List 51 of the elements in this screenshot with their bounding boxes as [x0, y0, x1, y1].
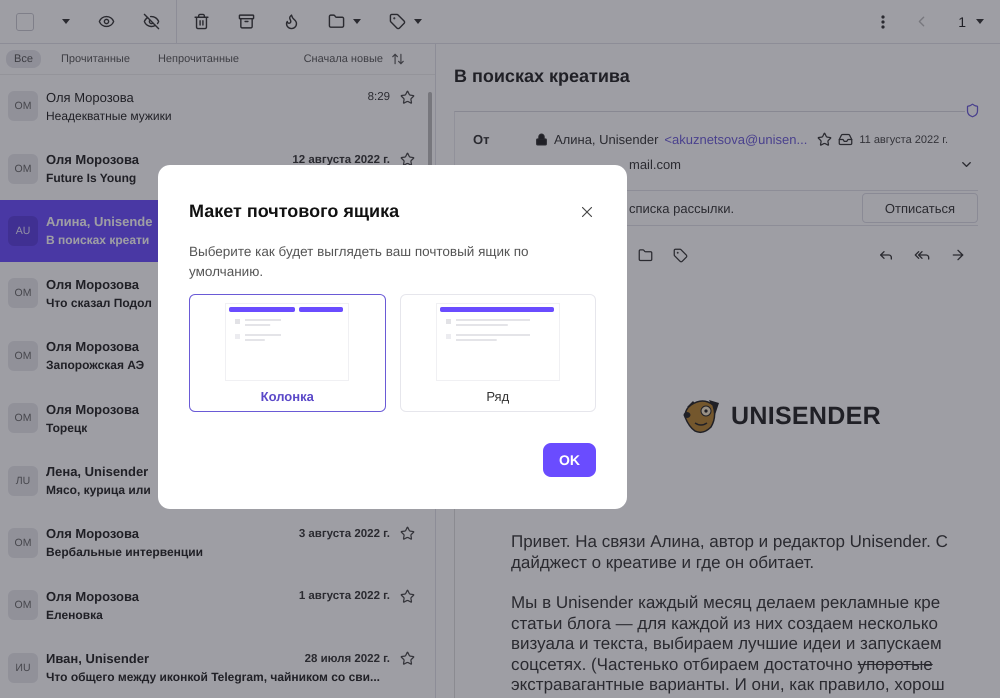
- body-text-line: Мы в Unisender каждый месяц делаем рекламные кре: [511, 593, 942, 614]
- body-text-line: дайджест о креативе и где он обитает.: [511, 552, 816, 573]
- message-date: 1 августа 2022 г.: [298, 590, 390, 602]
- sender-name: Иван, Unisender: [46, 651, 150, 666]
- message-date: 28 июля 2022 г.: [304, 652, 390, 665]
- body-text-line: Привет. На связи Алина, автор и редактор Unisender. С: [511, 532, 948, 552]
- message-date: 3 августа 2022 г.: [298, 528, 390, 540]
- sender-name: Оля Морозова: [46, 152, 140, 168]
- avatar: ОМ: [8, 340, 38, 371]
- sender-name: Алина, Unisender: [554, 132, 658, 147]
- from-label: От: [473, 132, 490, 147]
- sender-name: Оля Морозова: [46, 588, 140, 604]
- message-date: 8:29: [368, 91, 390, 104]
- avatar: ОМ: [8, 528, 38, 558]
- message-subject: Что сказал Подол: [46, 296, 153, 310]
- sender-name: Оля Морозова: [46, 526, 140, 542]
- unsubscribe-note: списка рассылки.: [629, 200, 734, 216]
- message-subject: Неадекватные мужики: [46, 108, 173, 123]
- logo-text: UNISENDER: [731, 402, 881, 430]
- avatar: ОМ: [8, 91, 38, 122]
- sender-name: Оля Морозова: [46, 90, 134, 105]
- body-text-line: визуала и текста, выбираем лучшие идеи и запускаем: [511, 634, 943, 654]
- avatar: ЛU: [8, 466, 38, 496]
- email-date: 11 августа 2022 г.: [859, 134, 948, 146]
- avatar: ИU: [8, 652, 38, 683]
- message-subject: Запорожская АЭ: [46, 358, 146, 372]
- avatar: ОМ: [8, 154, 38, 184]
- body-text-line: статьи блога — для каждой из них создаем несколько: [511, 614, 939, 634]
- sender-name: Лена, Unisender: [46, 464, 148, 480]
- recipient-address: mail.com: [629, 157, 682, 172]
- sender-name: Оля Морозова: [46, 402, 140, 417]
- body-text-line: экстравагантные варианты. И они, как правило, хорош: [511, 675, 946, 696]
- sender-name: Алина, Unisende: [46, 214, 152, 230]
- message-subject: Еленовка: [46, 608, 104, 622]
- dialog-description: Выберите как будет выглядеть ваш почтовый ящик по умолчанию.: [189, 243, 530, 281]
- message-subject: Торецк: [46, 420, 88, 435]
- message-subject: В поисках креати: [46, 233, 150, 248]
- message-subject: Future Is Young: [46, 171, 138, 186]
- sender-name: Оля Морозова: [46, 339, 140, 354]
- message-subject: Что общего между иконкой Telegram, чайником со сви...: [46, 670, 381, 684]
- message-date: 12 августа 2022 г.: [292, 154, 390, 166]
- message-subject: Вербальные интервенции: [46, 545, 204, 560]
- message-subject: Мясо, курица или: [46, 483, 152, 498]
- avatar: AU: [8, 216, 38, 246]
- body-text-line: соцсетях. (Частенько отбираем достаточно упоротые: [511, 654, 934, 675]
- email-subject: В поисках креатива: [454, 66, 631, 87]
- sender-name: Оля Морозова: [46, 276, 140, 292]
- avatar: ОМ: [8, 590, 38, 620]
- dialog-title: Макет почтового ящика: [189, 201, 400, 222]
- avatar: ОМ: [8, 403, 38, 434]
- avatar: ОМ: [8, 278, 38, 308]
